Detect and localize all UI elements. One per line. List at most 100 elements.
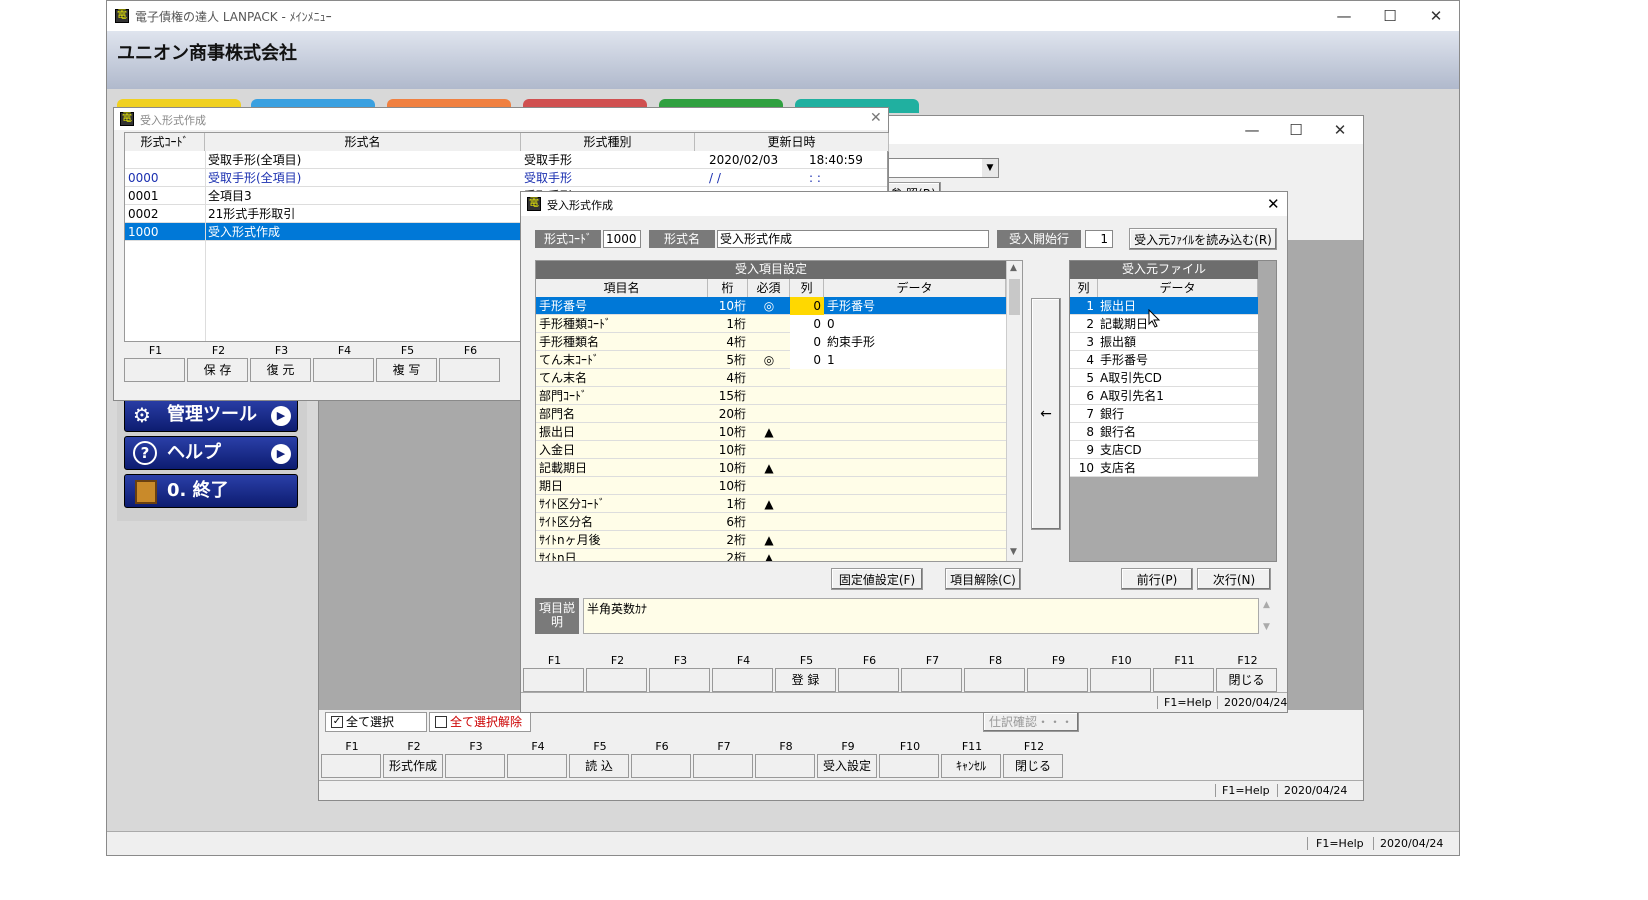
setting-column-input[interactable]: 0 bbox=[790, 297, 824, 315]
settings-row[interactable]: 部門名 20桁 bbox=[536, 405, 1006, 423]
fkey-button[interactable] bbox=[712, 668, 773, 692]
fkey-button[interactable] bbox=[838, 668, 899, 692]
settings-row[interactable]: 期日 10桁 bbox=[536, 477, 1006, 495]
scroll-up-icon[interactable]: ▲ bbox=[1010, 263, 1017, 273]
source-row[interactable]: 5 A取引先CD bbox=[1070, 369, 1258, 387]
back-combo[interactable]: ▼ bbox=[885, 158, 999, 178]
settings-row[interactable]: 振出日 10桁 ▲ bbox=[536, 423, 1006, 441]
start-row-input[interactable]: 1 bbox=[1085, 230, 1113, 248]
settings-row[interactable]: 記載期日 10桁 ▲ bbox=[536, 459, 1006, 477]
minimize-button[interactable]: — bbox=[1321, 1, 1367, 31]
settings-row[interactable]: 手形種類名 4桁 0 約束手形 bbox=[536, 333, 1006, 351]
source-row[interactable]: 3 振出額 bbox=[1070, 333, 1258, 351]
fkey-button[interactable] bbox=[649, 668, 710, 692]
list-close-icon[interactable]: ✕ bbox=[870, 110, 882, 126]
back-close-button[interactable]: ✕ bbox=[1317, 116, 1363, 144]
fkey-button[interactable]: 復 元 bbox=[250, 358, 311, 382]
fkey-button[interactable] bbox=[1027, 668, 1088, 692]
fkey-button[interactable]: 閉じる bbox=[1003, 754, 1063, 778]
fkey-button[interactable] bbox=[445, 754, 505, 778]
source-row[interactable]: 7 銀行 bbox=[1070, 405, 1258, 423]
scroll-down-icon[interactable]: ▼ bbox=[1010, 547, 1017, 557]
next-row-button[interactable]: 次行(N) bbox=[1197, 568, 1271, 590]
fkey-button[interactable] bbox=[313, 358, 374, 382]
table-row[interactable]: 受取手形(全項目) 受取手形 2020/02/03 18:40:59 bbox=[125, 151, 887, 169]
source-row[interactable]: 2 記載期日 bbox=[1070, 315, 1258, 333]
deselect-all-checkbox[interactable]: 全て選択解除 bbox=[429, 712, 531, 732]
edit-close-icon[interactable]: ✕ bbox=[1267, 195, 1280, 213]
settings-row[interactable]: 入金日 10桁 bbox=[536, 441, 1006, 459]
col-header-code[interactable]: 形式ｺｰﾄﾞ bbox=[125, 133, 205, 152]
source-row[interactable]: 10 支店名 bbox=[1070, 459, 1258, 477]
assign-arrow-button[interactable]: ← bbox=[1031, 298, 1061, 530]
settings-row[interactable]: ｻｲﾄnヶ月後 2桁 ▲ bbox=[536, 531, 1006, 549]
setting-column-input[interactable]: 0 bbox=[790, 315, 824, 333]
maximize-button[interactable]: ☐ bbox=[1367, 1, 1413, 31]
col-header-name[interactable]: 形式名 bbox=[205, 133, 521, 152]
settings-row[interactable]: てん末ｺｰﾄﾞ 5桁 ◎ 0 1 bbox=[536, 351, 1006, 369]
fkey-button[interactable]: 閉じる bbox=[1216, 668, 1277, 692]
cell-code: 1000 bbox=[128, 225, 159, 239]
fkey-button[interactable] bbox=[631, 754, 691, 778]
name-input[interactable]: 受入形式作成 bbox=[717, 230, 989, 248]
fkey-button[interactable] bbox=[321, 754, 381, 778]
table-row[interactable]: 0000 受取手形(全項目) 受取手形 / /: : bbox=[125, 169, 887, 187]
fkey-button[interactable] bbox=[755, 754, 815, 778]
journal-confirm-button[interactable]: 仕訳確認・・・ bbox=[983, 712, 1079, 732]
source-row[interactable]: 4 手形番号 bbox=[1070, 351, 1258, 369]
settings-scrollbar[interactable]: ▲ ▼ bbox=[1006, 261, 1022, 561]
read-source-file-button[interactable]: 受入元ﾌｧｲﾙを読み込む(R) bbox=[1129, 228, 1277, 250]
close-button[interactable]: ✕ bbox=[1413, 1, 1459, 31]
col-header-date[interactable]: 更新日時 bbox=[695, 133, 889, 152]
fkey-button[interactable]: ｷｬﾝｾﾙ bbox=[941, 754, 1001, 778]
prev-row-button[interactable]: 前行(P) bbox=[1121, 568, 1193, 590]
clear-item-button[interactable]: 項目解除(C) bbox=[945, 568, 1021, 590]
setting-column-input[interactable]: 0 bbox=[790, 351, 824, 369]
fkey-button[interactable] bbox=[523, 668, 584, 692]
settings-row[interactable]: てん末名 4桁 bbox=[536, 369, 1006, 387]
fkey-button[interactable] bbox=[879, 754, 939, 778]
select-all-checkbox[interactable]: ✓ 全て選択 bbox=[325, 712, 427, 732]
scroll-thumb[interactable] bbox=[1009, 279, 1020, 315]
settings-row[interactable]: 手形種類ｺｰﾄﾞ 1桁 0 0 bbox=[536, 315, 1006, 333]
admin-tool-button[interactable]: ⚙ 管理ツール ▶ bbox=[124, 398, 298, 432]
back-maximize-button[interactable]: ☐ bbox=[1273, 116, 1319, 144]
code-input[interactable]: 1000 bbox=[603, 230, 641, 248]
fkey-button[interactable] bbox=[439, 358, 500, 382]
fkey-button[interactable]: 形式作成 bbox=[383, 754, 443, 778]
fkey-button[interactable]: 読 込 bbox=[569, 754, 629, 778]
fkey-button[interactable] bbox=[964, 668, 1025, 692]
fkey-button[interactable] bbox=[507, 754, 567, 778]
desc-text: 半角英数ｶﾅ bbox=[583, 598, 1259, 634]
fkey-button[interactable]: 受入設定 bbox=[817, 754, 877, 778]
source-row[interactable]: 1 振出日 bbox=[1070, 297, 1258, 315]
settings-row[interactable]: ｻｲﾄ区分ｺｰﾄﾞ 1桁 ▲ bbox=[536, 495, 1006, 513]
fkey-button[interactable] bbox=[1090, 668, 1151, 692]
source-row[interactable]: 6 A取引先名1 bbox=[1070, 387, 1258, 405]
fixed-value-button[interactable]: 固定値設定(F) bbox=[831, 568, 923, 590]
settings-row[interactable]: 部門ｺｰﾄﾞ 15桁 bbox=[536, 387, 1006, 405]
fkey-button[interactable]: 複 写 bbox=[376, 358, 437, 382]
settings-col-name: 項目名 bbox=[536, 279, 708, 298]
col-header-type[interactable]: 形式種別 bbox=[521, 133, 695, 152]
fkey-button[interactable]: 保 存 bbox=[187, 358, 248, 382]
setting-column-input[interactable]: 0 bbox=[790, 333, 824, 351]
setting-data: 手形番号 bbox=[827, 299, 876, 313]
fkey-button[interactable] bbox=[693, 754, 753, 778]
desc-scroll-up-icon[interactable]: ▲ bbox=[1263, 600, 1270, 610]
setting-name: 手形種類名 bbox=[539, 335, 600, 349]
settings-row[interactable]: ｻｲﾄ区分名 6桁 bbox=[536, 513, 1006, 531]
back-minimize-button[interactable]: — bbox=[1229, 116, 1275, 144]
fkey-button[interactable] bbox=[1153, 668, 1214, 692]
fkey-button[interactable]: 登 録 bbox=[775, 668, 836, 692]
source-row[interactable]: 9 支店CD bbox=[1070, 441, 1258, 459]
settings-row[interactable]: ｻｲﾄn日 2桁 ▲ bbox=[536, 549, 1006, 561]
exit-button[interactable]: 0. 終了 bbox=[124, 474, 298, 508]
fkey-button[interactable] bbox=[586, 668, 647, 692]
fkey-button[interactable] bbox=[124, 358, 185, 382]
source-row[interactable]: 8 銀行名 bbox=[1070, 423, 1258, 441]
help-button[interactable]: ? ヘルプ ▶ bbox=[124, 436, 298, 470]
desc-scroll-down-icon[interactable]: ▼ bbox=[1263, 622, 1270, 632]
settings-row[interactable]: 手形番号 10桁 ◎ 0 手形番号 bbox=[536, 297, 1006, 315]
fkey-button[interactable] bbox=[901, 668, 962, 692]
